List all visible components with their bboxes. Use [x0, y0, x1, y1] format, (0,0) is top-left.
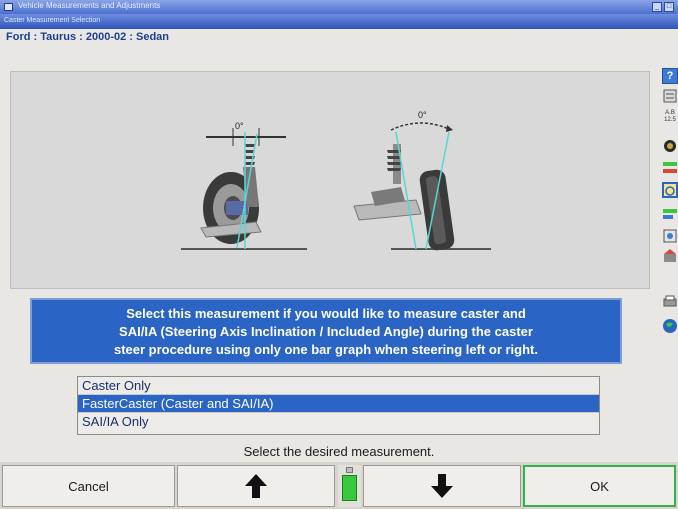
chart-icon[interactable]	[662, 206, 678, 222]
tool-icon[interactable]	[662, 248, 678, 264]
globe-icon[interactable]	[662, 318, 678, 334]
minimize-icon[interactable]: _	[652, 2, 662, 12]
measurement-options-list: Caster Only FasterCaster (Caster and SAI…	[77, 376, 600, 435]
screen-titlebar: Caster Measurement Selection	[0, 14, 678, 29]
move-down-button[interactable]	[363, 465, 521, 507]
app-icon	[4, 3, 13, 11]
instruction-prompt: Select the desired measurement.	[243, 444, 435, 459]
caster-diagram: 0° 0°	[10, 71, 650, 289]
indicator-lamp	[342, 475, 357, 501]
print-icon[interactable]	[662, 294, 678, 310]
indicator-cap	[346, 467, 353, 473]
readings-icon[interactable]: A.B 12.5	[662, 110, 678, 126]
front-view-wheel: 0°	[181, 121, 307, 250]
right-toolbar: ? A.B 12.5	[660, 60, 678, 360]
arrow-down-icon	[431, 474, 453, 498]
description-line: SAI/IA (Steering Axis Inclination / Incl…	[119, 324, 533, 339]
side-view-wheel: 0°	[353, 110, 491, 251]
window-titlebar: Vehicle Measurements and Adjustments _ □	[0, 0, 678, 14]
status-indicator	[338, 465, 361, 507]
specs-icon[interactable]	[662, 88, 678, 104]
screen-title: Caster Measurement Selection	[4, 17, 101, 24]
measurement-description: Select this measurement if you would lik…	[30, 298, 622, 364]
cancel-button[interactable]: Cancel	[2, 465, 175, 507]
angle-label-right: 0°	[418, 110, 427, 120]
help-icon[interactable]: ?	[662, 68, 678, 84]
window-title: Vehicle Measurements and Adjustments	[18, 1, 161, 10]
option-caster-only[interactable]: Caster Only	[78, 377, 599, 395]
ok-label: OK	[590, 478, 609, 494]
move-up-button[interactable]	[177, 465, 335, 507]
wheel-icon[interactable]	[662, 138, 678, 154]
ok-button[interactable]: OK	[523, 465, 676, 507]
vehicle-label: Ford : Taurus : 2000-02 : Sedan	[6, 31, 170, 43]
description-line: Select this measurement if you would lik…	[126, 306, 526, 321]
selected-tool-icon[interactable]	[662, 182, 678, 198]
adjust-icon[interactable]	[662, 160, 678, 176]
arrow-up-icon	[245, 474, 267, 498]
option-sai-ia-only[interactable]: SAI/IA Only	[78, 413, 599, 431]
option-fastercaster[interactable]: FasterCaster (Caster and SAI/IA)	[78, 395, 599, 413]
settings-icon[interactable]	[662, 228, 678, 244]
restore-icon[interactable]: □	[664, 2, 674, 12]
cancel-label: Cancel	[68, 478, 109, 494]
angle-label-left: 0°	[235, 121, 244, 131]
description-line: steer procedure using only one bar graph…	[113, 342, 538, 357]
